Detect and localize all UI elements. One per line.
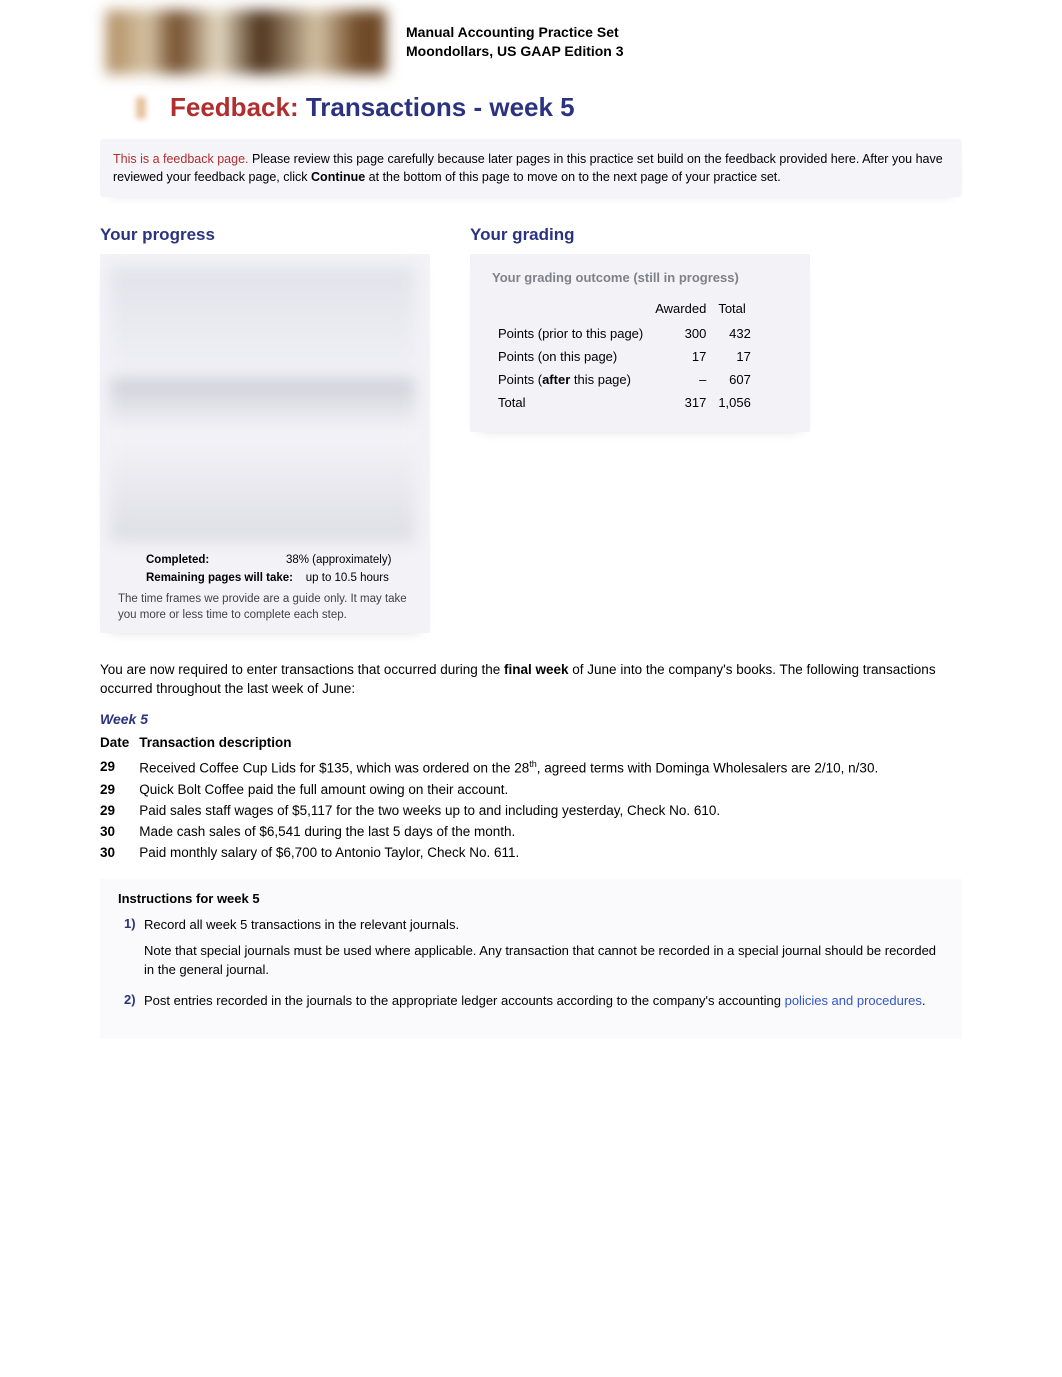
grading-row: Total 317 1,056	[492, 391, 757, 414]
info-continue-word: Continue	[311, 170, 365, 184]
grading-row-label: Total	[498, 395, 525, 410]
banner-line2: Moondollars, US GAAP Edition 3	[406, 43, 624, 59]
grading-row-label: Points (prior to this page)	[498, 326, 643, 341]
grading-row-total: 607	[712, 368, 757, 391]
title-prefix: Feedback:	[170, 92, 299, 122]
instruction-text: Record all week 5 transactions in the re…	[144, 916, 944, 981]
info-text-after: at the bottom of this page to move on to…	[365, 170, 781, 184]
grading-row: Points (prior to this page) 300 432	[492, 322, 757, 345]
grading-card: Your grading outcome (still in progress)…	[470, 253, 810, 432]
instruction-item: 2 Post entries recorded in the journals …	[124, 992, 944, 1011]
progress-heading: Your progress	[100, 225, 430, 245]
tx-header-date: Date	[100, 731, 139, 756]
progress-remaining-value: up to 10.5 hours	[306, 572, 389, 584]
progress-note: The time frames we provide are a guide o…	[110, 586, 420, 627]
week-heading: Week 5	[100, 711, 962, 727]
grading-col-total: Total	[712, 297, 757, 322]
tx-date: 29	[100, 756, 139, 779]
grading-col-awarded: Awarded	[649, 297, 712, 322]
grading-row-label-bold: after	[542, 372, 570, 387]
instructions-box: Instructions for week 5 1 Record all wee…	[100, 879, 962, 1039]
grading-row-awarded: 317	[649, 391, 712, 414]
grading-subheading: Your grading outcome (still in progress)	[480, 264, 800, 297]
info-red-prefix: This is a feedback page.	[113, 152, 249, 166]
top-banner: Manual Accounting Practice Set Moondolla…	[100, 10, 962, 74]
transactions-table: Date Transaction description 29 Received…	[100, 731, 888, 863]
tx-date: 29	[100, 800, 139, 821]
tx-desc: Paid sales staff wages of $5,117 for the…	[139, 800, 888, 821]
body-intro-bold: final week	[504, 662, 569, 677]
grading-row-total: 17	[712, 345, 757, 368]
grading-table: Awarded Total Points (prior to this page…	[492, 297, 757, 414]
grading-row-awarded: 17	[649, 345, 712, 368]
progress-remaining-row: Remaining pages will take: up to 10.5 ho…	[110, 568, 420, 586]
progress-completed-row: Completed: 38% (approximately)	[110, 550, 420, 568]
grading-row-label-pre: Points (	[498, 372, 542, 387]
tx-desc: Received Coffee Cup Lids for $135, which…	[139, 756, 888, 779]
progress-completed-label: Completed:	[146, 554, 209, 566]
progress-preview-image	[110, 267, 415, 542]
grading-row-total: 432	[712, 322, 757, 345]
grading-row-label-post: this page)	[570, 372, 631, 387]
banner-line1: Manual Accounting Practice Set	[406, 24, 619, 40]
body-intro-pre: You are now required to enter transactio…	[100, 662, 504, 677]
progress-completed-value: 38% (approximately)	[286, 554, 391, 566]
instruction-text: Post entries recorded in the journals to…	[144, 992, 944, 1011]
instruction-item: 1 Record all week 5 transactions in the …	[124, 916, 944, 981]
banner-text: Manual Accounting Practice Set Moondolla…	[406, 23, 624, 61]
body-intro: You are now required to enter transactio…	[100, 661, 962, 699]
grading-row: Points (on this page) 17 17	[492, 345, 757, 368]
grading-row: Points (after this page) – 607	[492, 368, 757, 391]
grading-row-awarded: 300	[649, 322, 712, 345]
title-bullet-icon	[136, 97, 146, 119]
grading-heading: Your grading	[470, 225, 810, 245]
tx-header-desc: Transaction description	[139, 731, 888, 756]
instructions-heading: Instructions for week 5	[118, 891, 944, 906]
grading-row-total: 1,056	[712, 391, 757, 414]
banner-logo-image	[106, 10, 386, 74]
tx-date: 30	[100, 821, 139, 842]
table-row: 30 Made cash sales of $6,541 during the …	[100, 821, 888, 842]
feedback-info-box: This is a feedback page. Please review t…	[100, 139, 962, 197]
instruction-number: 1	[124, 916, 144, 981]
policies-link[interactable]: policies and procedures	[785, 993, 922, 1008]
table-row: 29 Received Coffee Cup Lids for $135, wh…	[100, 756, 888, 779]
instruction-number: 2	[124, 992, 144, 1011]
table-row: 29 Paid sales staff wages of $5,117 for …	[100, 800, 888, 821]
table-row: 29 Quick Bolt Coffee paid the full amoun…	[100, 779, 888, 800]
page-title: Feedback: Transactions - week 5	[136, 92, 962, 123]
tx-desc: Made cash sales of $6,541 during the las…	[139, 821, 888, 842]
progress-remaining-label: Remaining pages will take:	[146, 572, 293, 584]
progress-card: Completed: 38% (approximately) Remaining…	[100, 253, 430, 633]
grading-row-awarded: –	[649, 368, 712, 391]
tx-date: 29	[100, 779, 139, 800]
tx-date: 30	[100, 842, 139, 863]
tx-desc: Quick Bolt Coffee paid the full amount o…	[139, 779, 888, 800]
table-row: 30 Paid monthly salary of $6,700 to Anto…	[100, 842, 888, 863]
grading-row-label: Points (on this page)	[498, 349, 617, 364]
tx-desc: Paid monthly salary of $6,700 to Antonio…	[139, 842, 888, 863]
title-rest: Transactions - week 5	[306, 92, 575, 122]
